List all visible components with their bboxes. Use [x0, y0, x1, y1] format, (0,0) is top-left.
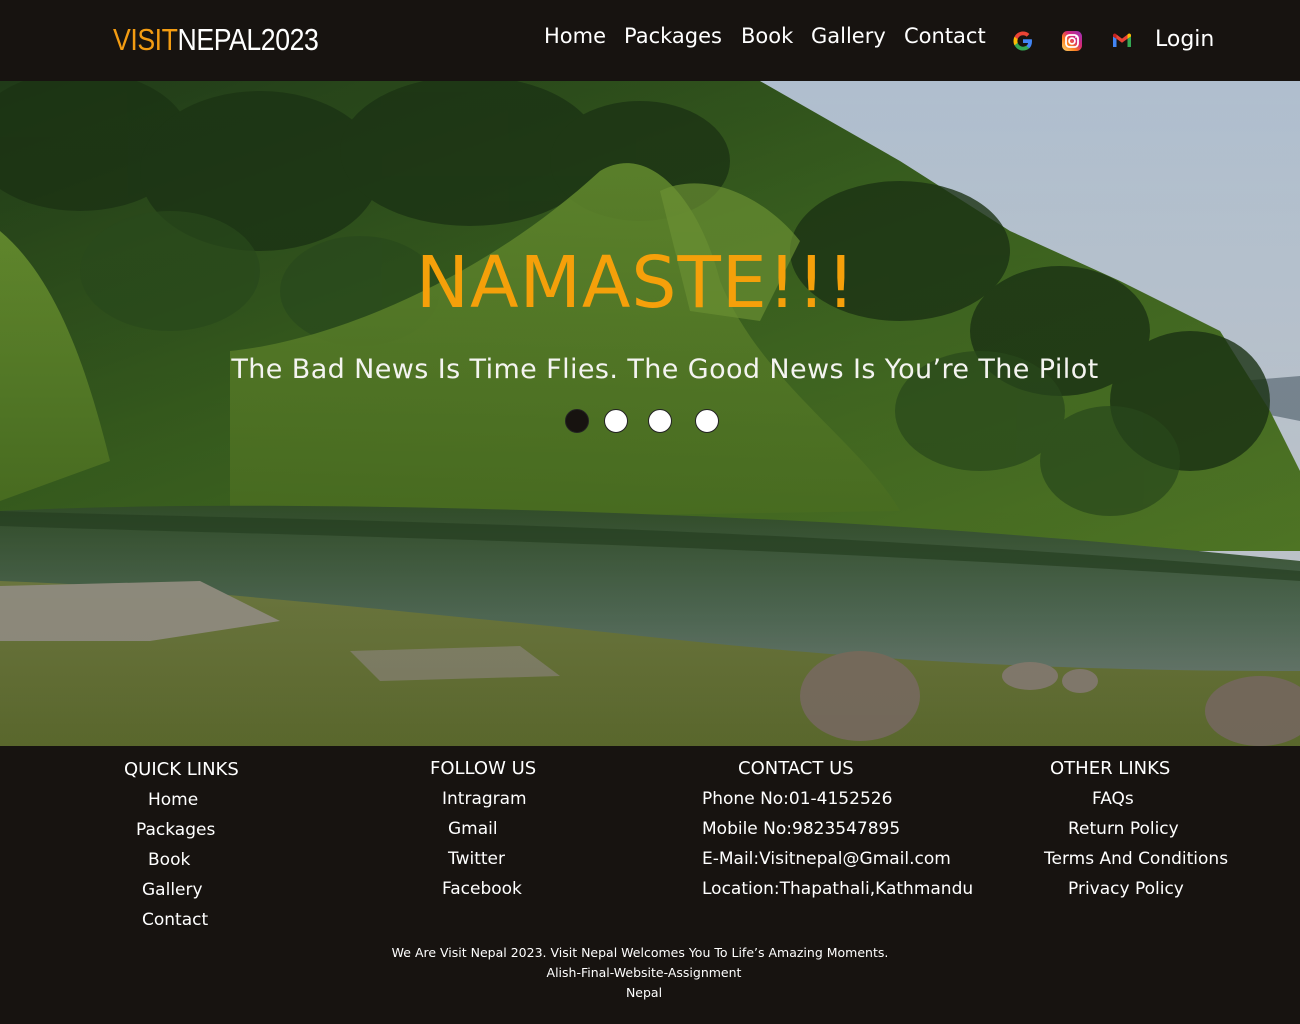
slider-dot-2[interactable] — [604, 409, 628, 433]
footer-link-contact[interactable]: Contact — [142, 910, 208, 930]
contact-location: Location:Thapathali,Kathmandu — [702, 879, 974, 899]
hero-title: NAMASTE!!! — [415, 241, 857, 324]
slider-dot-3[interactable] — [648, 409, 672, 433]
contact-phone: Phone No:01-4152526 — [702, 789, 893, 809]
slider-dot-1[interactable] — [565, 409, 589, 433]
footer-link-privacy[interactable]: Privacy Policy — [1068, 879, 1184, 899]
logo-nepal2023: NEPAL2023 — [177, 22, 319, 57]
footer-link-home[interactable]: Home — [148, 790, 198, 810]
site-header: VISITNEPAL2023 Home Packages Book Galler… — [0, 0, 1300, 81]
quick-links-title: QUICK LINKS — [124, 759, 239, 780]
contact-email: E-Mail:Visitnepal@Gmail.com — [702, 849, 951, 869]
hero-subtitle: The Bad News Is Time Flies. The Good New… — [231, 354, 1099, 385]
nav-contact[interactable]: Contact — [904, 24, 986, 48]
footer-link-terms[interactable]: Terms And Conditions — [1044, 849, 1228, 869]
other-links-title: OTHER LINKS — [1050, 758, 1171, 779]
footer-country: Nepal — [625, 985, 663, 1000]
contact-us-title: CONTACT US — [738, 758, 854, 779]
nav-gallery[interactable]: Gallery — [811, 24, 886, 48]
footer-tagline: We Are Visit Nepal 2023. Visit Nepal Wel… — [391, 945, 889, 960]
logo-visit: VISIT — [113, 22, 178, 57]
nav-home[interactable]: Home — [544, 24, 606, 48]
site-footer: QUICK LINKS Home Packages Book Gallery C… — [0, 746, 1300, 1024]
nav-book[interactable]: Book — [741, 24, 793, 48]
follow-us-title: FOLLOW US — [430, 758, 537, 779]
instagram-icon[interactable] — [1059, 28, 1085, 54]
google-icon[interactable] — [1010, 28, 1036, 54]
site-logo[interactable]: VISITNEPAL2023 — [113, 22, 319, 58]
footer-link-facebook[interactable]: Facebook — [442, 879, 522, 899]
slider-dot-4[interactable] — [695, 409, 719, 433]
footer-link-instagram[interactable]: Intragram — [442, 789, 527, 809]
footer-link-twitter[interactable]: Twitter — [448, 849, 505, 869]
footer-link-faqs[interactable]: FAQs — [1092, 789, 1134, 809]
footer-link-gallery[interactable]: Gallery — [142, 880, 203, 900]
footer-link-book[interactable]: Book — [148, 850, 190, 870]
footer-link-packages[interactable]: Packages — [136, 820, 215, 840]
gmail-icon[interactable] — [1109, 28, 1135, 54]
footer-assignment: Alish-Final-Website-Assignment — [546, 965, 742, 980]
login-link[interactable]: Login — [1155, 27, 1214, 52]
footer-link-gmail[interactable]: Gmail — [448, 819, 498, 839]
hero-banner: NAMASTE!!! The Bad News Is Time Flies. T… — [0, 81, 1300, 746]
nav-packages[interactable]: Packages — [624, 24, 722, 48]
footer-link-return-policy[interactable]: Return Policy — [1068, 819, 1179, 839]
contact-mobile: Mobile No:9823547895 — [702, 819, 901, 839]
